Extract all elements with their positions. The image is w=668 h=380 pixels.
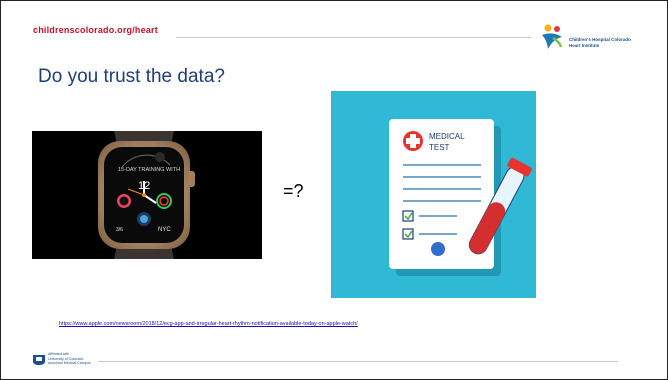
watch-arc-text: 15-DAY TRAINING WITH <box>118 167 180 173</box>
slide: childrenscolorado.org/heart Children's H… <box>0 0 668 380</box>
header-divider <box>176 37 531 38</box>
hospital-logo: Children's Hospital Colorado Heart Insti… <box>539 23 657 57</box>
source-link[interactable]: https://www.apple.com/newsroom/2018/12/e… <box>59 321 358 327</box>
affil-line-3: Anschutz Medical Campus <box>48 361 91 366</box>
logo-text: Children's Hospital Colorado Heart Insti… <box>569 37 631 49</box>
logo-line-2: Heart Institute <box>569 43 600 48</box>
watch-location: NYC <box>158 227 171 233</box>
site-url: childrenscolorado.org/heart <box>33 25 158 35</box>
medical-card-line2: TEST <box>429 143 450 152</box>
apple-watch-photo: 15-DAY TRAINING WITH 12 3/6 NYC <box>32 131 262 259</box>
university-shield-icon <box>33 355 45 365</box>
medical-test-image: MEDICAL TEST <box>331 91 536 298</box>
svg-text:3/6: 3/6 <box>116 227 123 233</box>
medical-test-illustration: MEDICAL TEST <box>331 91 536 298</box>
affiliation-text: Affiliated with University of Colorado A… <box>48 352 91 366</box>
compare-label: =? <box>283 181 304 201</box>
slide-title: Do you trust the data? <box>38 66 225 87</box>
footer-divider <box>98 361 618 362</box>
apple-watch-image: 15-DAY TRAINING WITH 12 3/6 NYC <box>32 131 262 259</box>
medical-card-line1: MEDICAL <box>429 132 465 141</box>
logo-swirl-icon <box>542 24 563 49</box>
